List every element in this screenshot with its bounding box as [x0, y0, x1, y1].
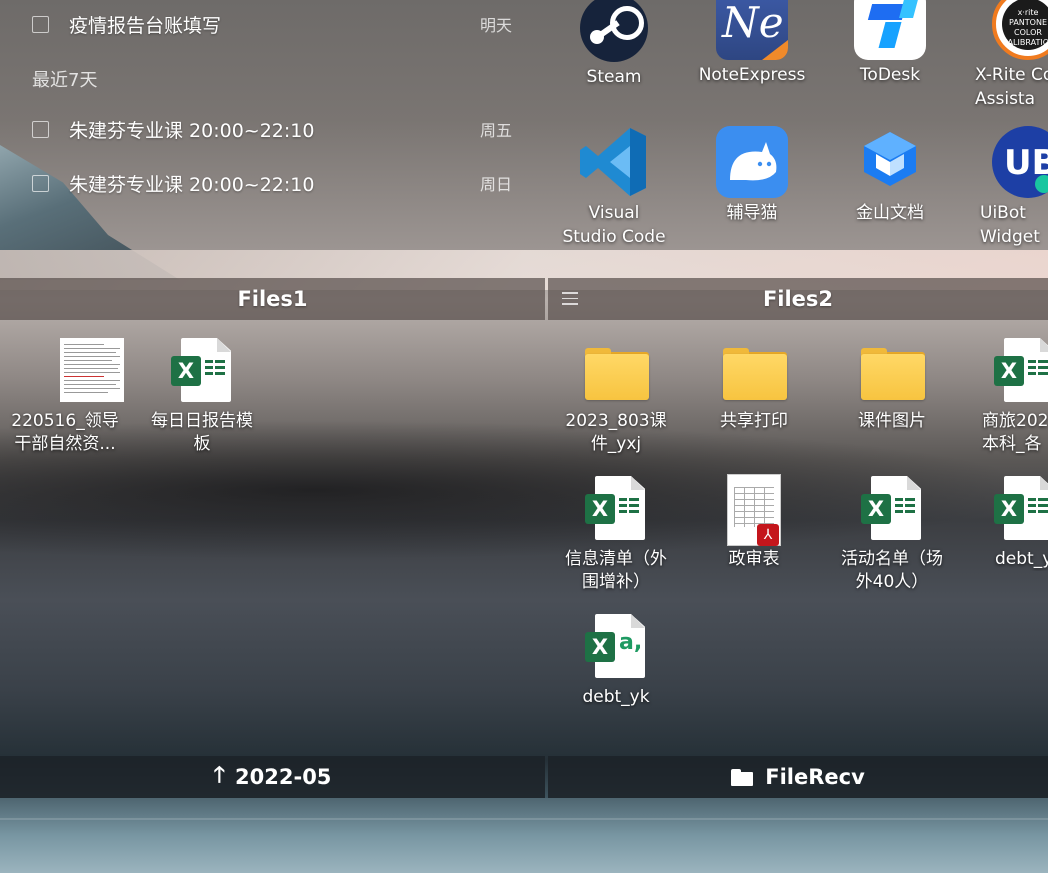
- noteexpress-icon: Ne: [716, 0, 788, 60]
- file-label: 每日日报告模板: [151, 411, 253, 454]
- file-item[interactable]: a, X debt_yk: [551, 612, 681, 709]
- file-item[interactable]: ⅄ 政审表: [689, 474, 819, 571]
- shortcut-noteexpress[interactable]: Ne NoteExpress: [687, 0, 817, 87]
- todo-item[interactable]: 朱建芬专业课 20:00~22:10 周日: [32, 168, 512, 198]
- excel-icon: X: [581, 474, 651, 544]
- files2-footer[interactable]: FileRecv: [548, 756, 1048, 798]
- file-item[interactable]: X 每日日报告模板: [137, 336, 267, 456]
- shortcut-kingsoft-docs[interactable]: 金山文档: [825, 126, 955, 225]
- excel-icon: X: [857, 474, 927, 544]
- folder-icon: [719, 336, 789, 406]
- menu-icon[interactable]: [562, 292, 578, 305]
- todo-item-label: 朱建芬专业课 20:00~22:10: [69, 119, 315, 142]
- file-label: 课件图片: [858, 411, 926, 431]
- todesk-icon: [854, 0, 926, 60]
- shortcut-uibot[interactable]: UB UiBot Widget: [960, 126, 1048, 249]
- todo-widget: 疫情报告台账填写 明天 最近7天 朱建芬专业课 20:00~22:10 周五 朱…: [0, 0, 545, 250]
- shortcut-label: NoteExpress: [698, 65, 806, 85]
- file-label: 220516_领导 干部自然资...: [11, 411, 119, 454]
- folder-icon: [857, 336, 927, 406]
- file-item[interactable]: X debt_y: [965, 474, 1048, 571]
- shortcut-label: Visual Studio Code: [562, 203, 666, 247]
- shortcut-label: Steam: [586, 67, 642, 87]
- todo-item-due: 周日: [479, 175, 512, 194]
- shortcut-xrite[interactable]: x·rite PANTONE COLOR CALIBRATION X-Rite …: [960, 0, 1048, 111]
- files1-footer-label: 2022-05: [235, 765, 332, 789]
- fudaomao-icon: [716, 126, 788, 198]
- shortcut-label: 辅导猫: [726, 203, 778, 223]
- file-item[interactable]: 2023_803课 件_yxj: [551, 336, 681, 456]
- shortcut-vscode[interactable]: Visual Studio Code: [549, 126, 679, 249]
- todo-item-due: 周五: [479, 121, 512, 140]
- excel-csv-icon: a, X: [581, 612, 651, 682]
- files1-title: Files1: [237, 287, 308, 311]
- file-label: 2023_803课 件_yxj: [565, 411, 667, 454]
- up-arrow-icon: 🡑: [213, 763, 226, 788]
- shortcut-label: UiBot Widget: [980, 203, 1040, 247]
- uibot-icon: UB: [992, 126, 1048, 198]
- shortcut-label: 金山文档: [856, 203, 924, 223]
- shortcut-label: ToDesk: [859, 65, 921, 85]
- files2-title: Files2: [762, 287, 834, 311]
- shortcut-fudaomao[interactable]: 辅导猫: [687, 126, 817, 225]
- todo-item[interactable]: 朱建芬专业课 20:00~22:10 周五: [32, 114, 512, 144]
- todo-item-label: 疫情报告台账填写: [69, 14, 222, 37]
- file-label: 共享打印: [720, 411, 788, 431]
- file-label: 政审表: [728, 549, 780, 569]
- xrite-icon: x·rite PANTONE COLOR CALIBRATION: [992, 0, 1048, 60]
- steam-icon: [580, 0, 648, 62]
- shortcut-label: X-Rite Co Assista: [975, 65, 1048, 109]
- excel-icon: X: [990, 474, 1048, 544]
- todo-checkbox[interactable]: [32, 120, 49, 138]
- shortcut-steam[interactable]: Steam: [549, 0, 679, 89]
- file-item[interactable]: 220516_领导 干部自然资...: [0, 336, 130, 456]
- todo-item[interactable]: 疫情报告台账填写 明天: [32, 9, 512, 39]
- excel-icon: X: [990, 336, 1048, 406]
- file-label: 商旅202 本科_各: [982, 411, 1048, 454]
- todo-item-due: 明天: [479, 16, 512, 35]
- excel-icon: X: [167, 336, 237, 406]
- todo-section-label: 最近7天: [32, 70, 98, 91]
- wallpaper-lake: [0, 798, 1048, 873]
- file-item[interactable]: X 商旅202 本科_各: [965, 336, 1048, 456]
- file-label: 信息清单（外 围增补）: [565, 549, 667, 592]
- shortcut-todesk[interactable]: ToDesk: [825, 0, 955, 87]
- files1-footer[interactable]: 🡑 2022-05: [0, 756, 545, 798]
- file-item[interactable]: 共享打印: [689, 336, 819, 433]
- folder-icon: [731, 768, 754, 786]
- todo-checkbox[interactable]: [32, 174, 49, 192]
- todo-checkbox[interactable]: [32, 15, 49, 33]
- todo-item-label: 朱建芬专业课 20:00~22:10: [69, 173, 315, 196]
- file-label: 活动名单（场 外40人）: [841, 549, 943, 592]
- vscode-icon: [578, 126, 650, 198]
- file-item[interactable]: X 活动名单（场 外40人）: [827, 474, 957, 594]
- folder-icon: [581, 336, 651, 406]
- file-item[interactable]: 课件图片: [827, 336, 957, 433]
- files2-header[interactable]: Files2: [548, 278, 1048, 320]
- file-item[interactable]: X 信息清单（外 围增补）: [551, 474, 681, 594]
- files1-header[interactable]: Files1: [0, 278, 545, 320]
- document-thumbnail-icon: [30, 336, 124, 406]
- files2-footer-label: FileRecv: [765, 765, 865, 789]
- file-label: debt_y: [995, 549, 1048, 569]
- kingsoft-docs-icon: [854, 126, 926, 198]
- file-label: debt_yk: [582, 687, 650, 707]
- pdf-icon: ⅄: [719, 474, 789, 546]
